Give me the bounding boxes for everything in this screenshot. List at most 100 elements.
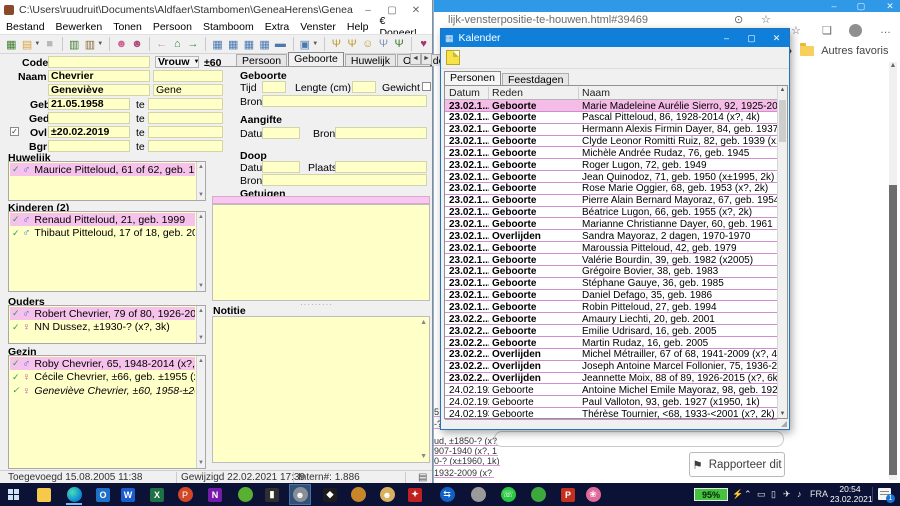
close-button[interactable]: ✕ [404,5,428,16]
people-app-icon[interactable]: ☻ [376,484,398,505]
tab-scroll-right-icon[interactable]: ► [421,53,432,65]
list-scrollbar[interactable]: ▲▼ [196,356,205,468]
col-naam[interactable]: Naam [582,87,610,99]
aangifte-bron-field[interactable] [335,127,427,139]
ovl-place-field[interactable] [148,126,223,138]
ancestors-icon[interactable]: Ψ [376,36,391,52]
open-icon[interactable]: ▤ [20,36,35,52]
excel-icon[interactable]: X [146,484,168,505]
browser-minimize-button[interactable]: – [824,0,844,12]
scroll-up-icon[interactable]: ▲ [778,87,787,93]
scroll-up-icon[interactable]: ▲ [420,319,427,326]
aangifte-datum-field[interactable] [262,127,300,139]
favorite-add-icon[interactable]: ☆ [791,24,801,37]
scroll-down-icon[interactable]: ▼ [778,411,787,417]
airplane-tray-icon[interactable]: ✈ [783,489,791,500]
menu-help[interactable]: Help [347,21,369,33]
descendants-icon[interactable]: Ψ [392,36,407,52]
home-icon[interactable]: ⌂ [170,36,185,52]
link-circle-icon[interactable]: ⊙ [734,13,743,26]
green-ball-icon[interactable] [527,484,549,505]
kalender-tab-personen[interactable]: Personen [444,71,501,85]
list-scrollbar[interactable]: ▲▼ [196,306,205,343]
person-row[interactable]: ✓♀Geneviève Chevrier, ±60, 1958-±2019 (x… [10,384,195,397]
aldfaer-icon[interactable]: ☻ [289,484,311,505]
export-icon[interactable]: ▥ [67,36,82,52]
kalender-row[interactable]: 24.02.1933GeboorteThérèse Tournier, <68,… [445,408,777,420]
portrait-icon[interactable]: ☺ [360,36,375,52]
kalender-row[interactable]: 23.02.1...GeboorteClyde Leonor Romitti R… [445,136,777,148]
doop-datum-field[interactable] [262,161,300,173]
brain-app-icon[interactable]: ❀ [582,484,604,505]
person-row[interactable]: ✓♂Roby Chevrier, 65, 1948-2014 (x?, 3k)∅ [10,357,195,370]
givenname-field[interactable]: Geneviève [48,84,150,96]
person-row[interactable]: ✓♂Robert Chevrier, 79 of 80, 1926-2006 (… [10,307,195,320]
favorites-folder-label[interactable]: Autres favoris [821,45,888,57]
menu-extra[interactable]: Extra [265,21,290,33]
media-app-icon[interactable] [347,484,369,505]
doop-plaats-field[interactable] [335,161,427,173]
bgr-date-field[interactable] [48,140,130,152]
browser-scrollbar[interactable]: ▲ [889,62,897,480]
book-app-icon[interactable]: ▮ [261,484,283,505]
geb-place-field[interactable] [148,98,223,110]
browser-maximize-button[interactable]: ▢ [851,0,871,12]
levenloos-checkbox[interactable] [422,82,431,91]
notitie-textarea[interactable]: ▲ ▼ [212,316,430,463]
kalender-row[interactable]: 23.02.1...GeboorteMarianne Christianne D… [445,219,777,231]
menu-bewerken[interactable]: Bewerken [56,21,103,33]
view-list-icon[interactable]: ▦ [257,36,272,52]
edge-icon[interactable] [63,484,85,505]
new-document-icon[interactable] [446,50,460,65]
window-icon[interactable]: ▣ [298,36,313,52]
kalender-row[interactable]: 23.02.1...GeboorteRose Marie Oggier, 68,… [445,183,777,195]
scroll-down-icon[interactable]: ▼ [197,192,205,198]
maximize-button[interactable]: ▢ [380,5,404,16]
kalender-row[interactable]: 23.02.1...GeboortePascal Pitteloud, 86, … [445,112,777,124]
list-scrollbar[interactable]: ▲▼ [196,212,205,291]
person-remove-icon[interactable]: ☻ [130,36,145,52]
minimize-button[interactable]: – [356,5,380,16]
powerpoint-icon[interactable]: P [174,484,196,505]
grey-ball-icon[interactable] [467,484,489,505]
kalender-scrollbar[interactable]: ▲ ▼ [777,86,787,418]
surname-field[interactable]: Chevrier [48,70,150,82]
kalender-row[interactable]: 23.02.1...GeboorteGrégoire Bovier, 38, g… [445,266,777,278]
kalender-row[interactable]: 23.02.2...OverlijdenJeannette Moix, 88 o… [445,373,777,385]
forward-icon[interactable]: → [186,36,201,52]
kalender-row[interactable]: 23.02.1...GeboorteRoger Lugon, 72, geb. … [445,159,777,171]
menu-tonen[interactable]: Tonen [113,21,142,33]
surname2-field[interactable] [153,70,223,82]
menu-stamboom[interactable]: Stamboom [203,21,254,33]
green-app-icon[interactable] [234,484,256,505]
whatsapp-icon[interactable]: ☏ [497,484,519,505]
gender-dropdown[interactable]: Vrouw ▼ [155,56,199,68]
display-tray-icon[interactable]: ▭ [757,489,766,500]
tree-chart-icon[interactable]: Ψ [329,36,344,52]
scroll-down-icon[interactable]: ▼ [197,460,205,466]
kalender-row[interactable]: 23.02.2...OverlijdenJoseph Antoine Marce… [445,361,777,373]
back-icon[interactable]: ← [154,36,169,52]
print-icon[interactable]: ▥ [83,36,98,52]
tray-expand-icon[interactable]: ⌃ [744,489,752,500]
view-table-icon[interactable]: ▬ [273,36,288,52]
kalender-row[interactable]: 23.02.2...GeboorteAmaury Liechti, 20, ge… [445,313,777,325]
kalender-row[interactable]: 23.02.2...GeboorteEmilie Udrisard, 16, g… [445,325,777,337]
resize-grip-icon[interactable]: ◢ [781,419,787,428]
menu-venster[interactable]: Venster [300,21,336,33]
hourglass-chart-icon[interactable]: Ψ [345,36,360,52]
collections-icon[interactable]: ❏ [822,24,832,37]
scroll-up-icon[interactable]: ▲ [197,164,205,170]
kalender-row[interactable]: 23.02.1...GeboorteHermann Alexis Firmin … [445,124,777,136]
tab-scroll-left-icon[interactable]: ◄ [410,53,421,65]
pdf-app-icon[interactable]: P [557,484,579,505]
window-icon-dropdown[interactable]: ▼ [312,41,318,47]
onenote-icon[interactable]: N [204,484,226,505]
teamviewer-icon[interactable]: ⇆ [436,484,458,505]
kalender-close-button[interactable]: ✕ [764,33,789,44]
geboorte-bron-field[interactable] [262,95,427,107]
tab-persoon[interactable]: Persoon [236,54,287,66]
kalender-row[interactable]: 24.02.1922GeboorteAntoine Michel Emile M… [445,384,777,396]
kalender-minimize-button[interactable]: – [714,33,739,43]
person-row[interactable]: ✓♂Renaud Pitteloud, 21, geb. 1999 [10,213,195,226]
